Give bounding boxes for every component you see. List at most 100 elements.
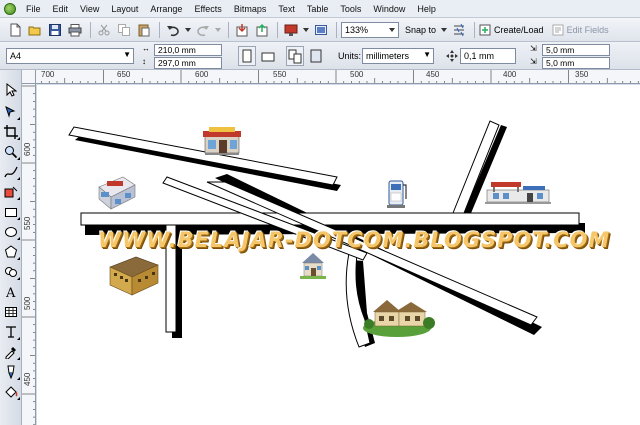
- new-document-icon: [10, 23, 21, 36]
- ruler-label: 700: [41, 70, 55, 79]
- text-tool-icon: A: [5, 286, 16, 299]
- portrait-button[interactable]: [238, 46, 256, 66]
- all-pages-icon: [288, 49, 302, 64]
- polygon-tool-icon: [4, 245, 18, 258]
- text-tool[interactable]: A: [3, 284, 19, 300]
- open-button[interactable]: [26, 21, 44, 39]
- page-width-value: 210,0 mm: [158, 45, 196, 55]
- polygon-tool[interactable]: [3, 244, 20, 260]
- new-document-button[interactable]: [6, 21, 24, 39]
- zoom-level-select[interactable]: 133%: [341, 21, 399, 38]
- chevron-down-icon: ▼: [423, 50, 431, 59]
- freehand-tool[interactable]: [3, 164, 20, 180]
- import-button[interactable]: [233, 21, 251, 39]
- snap-to-button[interactable]: Snap to: [405, 25, 436, 35]
- edit-fields-button[interactable]: Edit Fields: [552, 24, 609, 36]
- welcome-screen-button[interactable]: [312, 21, 330, 39]
- copy-icon: [118, 23, 130, 36]
- export-button[interactable]: [253, 21, 271, 39]
- rectangle-tool[interactable]: [3, 204, 20, 220]
- menu-tools[interactable]: Tools: [340, 4, 361, 14]
- eyedropper-icon: [5, 347, 16, 359]
- table-tool-icon: [5, 307, 17, 317]
- menu-window[interactable]: Window: [373, 4, 405, 14]
- basic-shapes-tool[interactable]: [3, 264, 20, 280]
- page-height-value: 297,0 mm: [158, 58, 196, 68]
- redo-dropdown-button[interactable]: [214, 21, 222, 39]
- all-pages-button[interactable]: [286, 46, 304, 66]
- shape-tool-icon: [5, 106, 16, 118]
- ellipse-tool[interactable]: [3, 224, 20, 240]
- chevron-down-icon: ▼: [123, 50, 131, 59]
- nudge-distance-field[interactable]: 0,1 mm: [460, 48, 516, 64]
- export-icon: [256, 23, 268, 36]
- current-page-button[interactable]: [307, 46, 325, 66]
- units-select[interactable]: millimeters ▼: [362, 48, 434, 64]
- shape-tool[interactable]: [3, 104, 20, 120]
- copy-button[interactable]: [115, 21, 133, 39]
- menu-file[interactable]: File: [26, 4, 41, 14]
- menu-table[interactable]: Table: [307, 4, 329, 14]
- zoom-tool-icon: [5, 146, 18, 159]
- menu-text[interactable]: Text: [278, 4, 295, 14]
- outline-pen-tool[interactable]: [3, 364, 20, 380]
- shop-icon: [203, 127, 241, 155]
- menu-layout[interactable]: Layout: [111, 4, 138, 14]
- menu-bitmaps[interactable]: Bitmaps: [234, 4, 267, 14]
- options-button[interactable]: [450, 21, 468, 39]
- pick-tool[interactable]: [3, 82, 19, 98]
- page-width-icon: ↔: [142, 44, 150, 53]
- smart-fill-tool[interactable]: [3, 184, 20, 200]
- duplicate-x-field[interactable]: 5,0 mm: [542, 44, 610, 56]
- portrait-icon: [242, 49, 252, 63]
- menu-arrange[interactable]: Arrange: [150, 4, 182, 14]
- open-folder-icon: [28, 26, 41, 35]
- cut-icon: [98, 24, 110, 35]
- print-button[interactable]: [66, 21, 84, 39]
- snap-to-dropdown-button[interactable]: [440, 21, 448, 39]
- undo-icon: [167, 25, 179, 36]
- zoom-tool[interactable]: [3, 144, 20, 160]
- page-size-select[interactable]: A4 ▼: [6, 48, 134, 64]
- toolbar-separator: [336, 21, 337, 38]
- menu-effects[interactable]: Effects: [194, 4, 221, 14]
- drawing-canvas[interactable]: [37, 85, 640, 425]
- application-launcher-button[interactable]: [282, 21, 300, 39]
- page-width-field[interactable]: 210,0 mm: [154, 44, 222, 56]
- duplicate-y-field[interactable]: 5,0 mm: [542, 57, 610, 69]
- freehand-tool-icon: [4, 166, 18, 178]
- vertical-ruler[interactable]: 600 550 500 450: [22, 84, 36, 425]
- toolbar-separator: [159, 21, 160, 38]
- menu-view[interactable]: View: [80, 4, 99, 14]
- landscape-button[interactable]: [259, 46, 277, 66]
- undo-button[interactable]: [164, 21, 182, 39]
- save-button[interactable]: [46, 21, 64, 39]
- paste-button[interactable]: [135, 21, 153, 39]
- cut-button[interactable]: [95, 21, 113, 39]
- table-tool[interactable]: [3, 304, 19, 320]
- chevron-down-icon: [441, 27, 448, 32]
- fill-tool-icon: [5, 386, 18, 398]
- horizontal-ruler[interactable]: 700 650 600 550 500 450 400 350: [22, 70, 640, 84]
- units-value: millimeters: [366, 51, 410, 61]
- eyedropper-tool[interactable]: [3, 344, 20, 360]
- ellipse-tool-icon: [5, 227, 17, 237]
- create-load-button[interactable]: Create/Load: [479, 24, 544, 36]
- redo-button[interactable]: [194, 21, 212, 39]
- menu-help[interactable]: Help: [417, 4, 436, 14]
- undo-dropdown-button[interactable]: [184, 21, 192, 39]
- ruler-label: 500: [350, 70, 364, 79]
- convenience-store-icon: [98, 176, 136, 210]
- page-height-field[interactable]: 297,0 mm: [154, 57, 222, 69]
- fill-tool[interactable]: [3, 384, 20, 400]
- zoom-level-value: 133%: [345, 24, 369, 35]
- ruler-label: 500: [23, 296, 32, 310]
- launcher-dropdown-button[interactable]: [302, 21, 310, 39]
- redo-icon: [197, 25, 209, 36]
- crop-tool[interactable]: [3, 124, 20, 140]
- road-main-horizontal: [80, 212, 580, 226]
- dimension-tool[interactable]: [3, 324, 20, 340]
- print-icon: [68, 23, 82, 36]
- ruler-origin[interactable]: [22, 70, 36, 84]
- menu-edit[interactable]: Edit: [53, 4, 69, 14]
